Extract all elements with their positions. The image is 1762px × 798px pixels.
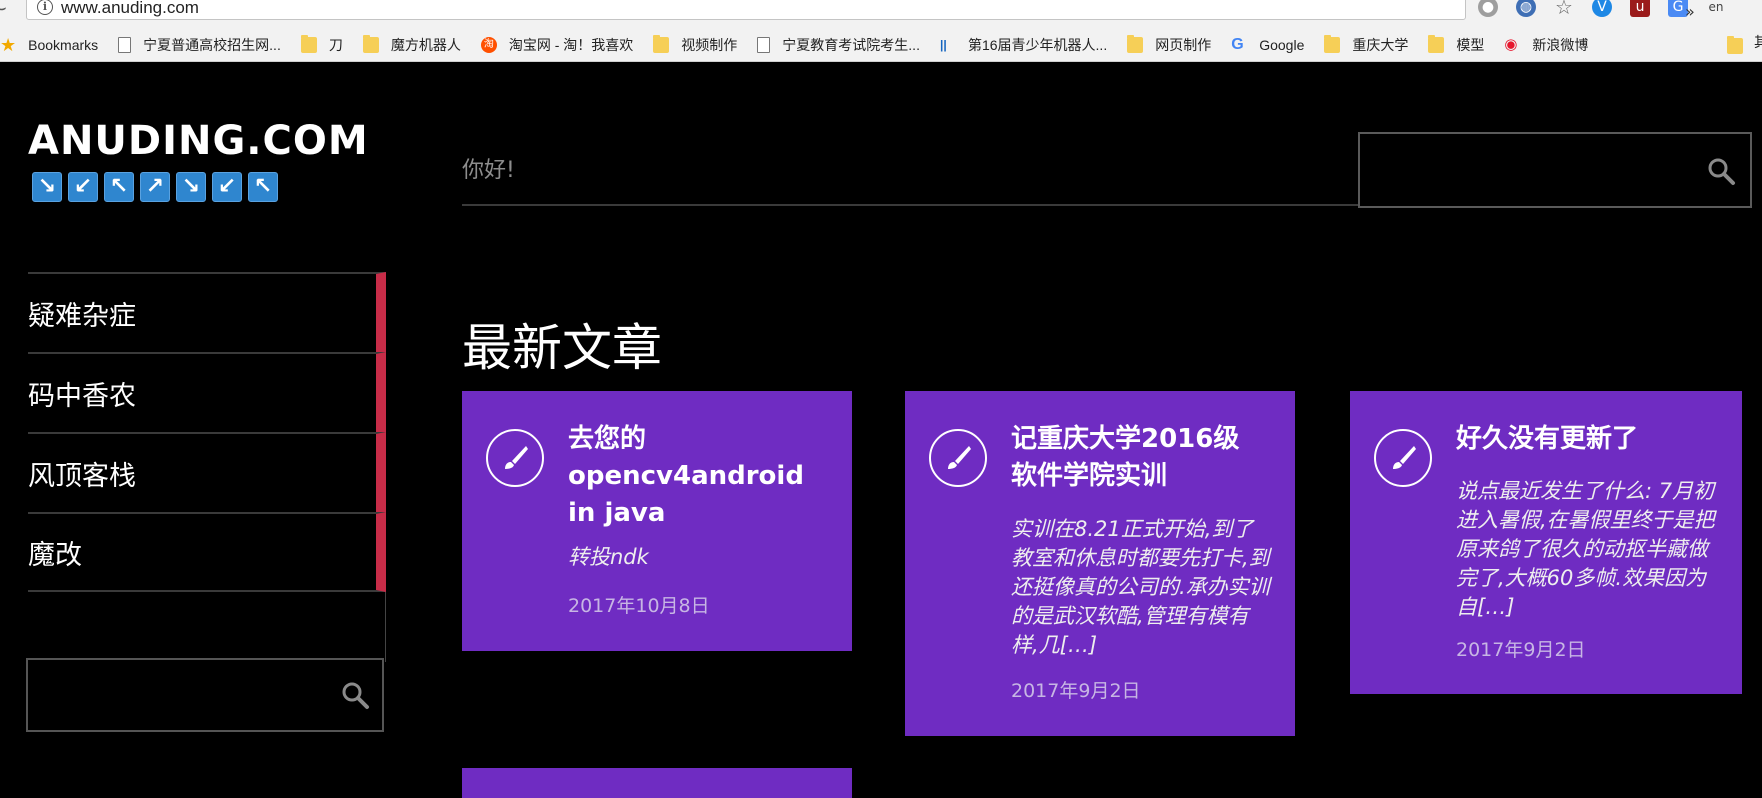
ublock-icon[interactable]: u [1630,0,1650,17]
bookmark-label: 网页制作 [1155,37,1212,53]
section-title: 最新文章 [462,319,662,377]
bookmark-label: 淘宝网 - 淘！我喜欢 [508,37,634,53]
page-icon [118,37,132,53]
post-title[interactable]: 去您的opencv4android in java [568,421,808,532]
post-card[interactable]: 记重庆大学2016级软件学院实训 实训在8.21正式开始,到了教室和休息时都要先… [905,391,1295,736]
bookmark-label: 视频制作 [681,37,738,53]
post-date: 2017年9月2日 [1011,680,1141,702]
sidebar-item[interactable]: 魔改 [28,512,386,592]
site-logo[interactable]: ANUDING.COM [28,118,369,164]
bookmark-item[interactable]: 模型 [1428,33,1484,57]
post-excerpt: 转投ndk [568,545,649,569]
star-icon: ★ [0,35,17,55]
page-icon [757,37,771,53]
google-icon: G [1231,36,1244,53]
paintbrush-icon [1374,429,1432,487]
address-url[interactable]: www.anuding.com [61,0,199,18]
bookmarks-overflow-button[interactable]: » [1685,0,1695,24]
post-title[interactable]: 好久没有更新了 [1456,421,1726,458]
address-bar[interactable]: i www.anuding.com [26,0,1466,20]
bookmark-label: 重庆大学 [1352,37,1409,53]
bookmarks-bar: ★ Bookmarks 宁夏普通高校招生网... 刀 魔方机器人 淘淘宝网 - 淘！我喜欢… [0,30,1762,60]
folder-icon [1127,35,1144,53]
bookmark-item[interactable]: 网页制作 [1127,33,1211,57]
bookmark-label: 刀 [328,37,343,53]
sidebar-item[interactable]: 码中香农 [28,352,386,432]
sidebar-nav: 疑难杂症码中香农风顶客栈魔改 [28,272,386,592]
arrow-icon[interactable]: ↙ [212,172,242,202]
bookmark-label: 新浪微博 [1532,37,1589,53]
taobao-icon: 淘 [480,37,497,53]
folder-icon[interactable] [1727,36,1743,54]
post-date: 2017年9月2日 [1456,639,1586,661]
nineteen-icon: || [939,38,947,52]
sidebar-item-label: 魔改 [28,539,82,571]
reload-icon[interactable]: C [0,0,14,15]
bookmark-tail-label[interactable]: 其 [1754,32,1762,52]
header-search-input[interactable] [1358,132,1752,208]
folder-icon [300,35,317,53]
header-greeting: 你好! [462,158,515,183]
paintbrush-icon [486,429,544,487]
search-icon[interactable] [340,680,370,710]
arrow-icon[interactable]: ↘ [176,172,206,202]
folder-icon [1324,35,1341,53]
sidebar-item-label: 疑难杂症 [28,300,136,332]
social-arrow-icons: ↘ ↙ ↖ ↗ ↘ ↙ ↖ [32,172,278,202]
bookmark-star-icon[interactable]: ☆ [1554,0,1574,19]
post-card[interactable]: 去您的opencv4android in java 转投ndk 2017年10月… [462,391,852,651]
bookmark-label: 模型 [1456,37,1485,53]
bookmark-item[interactable]: 淘淘宝网 - 淘！我喜欢 [480,33,634,57]
bookmark-item[interactable]: 宁夏普通高校招生网... [118,33,281,57]
arrow-icon[interactable]: ↖ [104,172,134,202]
arrow-icon[interactable]: ↖ [248,172,278,202]
arrow-icon[interactable]: ↗ [140,172,170,202]
post-title[interactable]: 记重庆大学2016级软件学院实训 [1011,421,1251,495]
sidebar-item[interactable]: 疑难杂症 [28,272,386,352]
bookmark-item[interactable]: 宁夏教育考试院考生... [757,33,920,57]
folder-icon [653,35,670,53]
sidebar-search-input[interactable] [26,658,384,732]
arrow-icon[interactable]: ↘ [32,172,62,202]
page-content: ANUDING.COM ↘ ↙ ↖ ↗ ↘ ↙ ↖ 疑难杂症 码中香农 风顶客栈 魔改 你好! 最… [0,62,1762,798]
sidebar-item-label: 风顶客栈 [28,460,136,492]
browser-chrome: C i www.anuding.com ● ◍ ☆ V u G en ★ Book… [0,0,1762,62]
bookmark-label: Google [1259,37,1305,53]
bookmark-item[interactable]: ◉ 新浪微博 [1504,33,1588,57]
site-info-icon[interactable]: i [37,0,53,15]
weibo-icon: ◉ [1504,36,1518,53]
post-card[interactable]: 好久没有更新了 说点最近发生了什么: 7月初进入暑假,在暑假里终于是把原来鸽了很… [1350,391,1742,694]
bookmark-item[interactable]: 刀 [300,33,343,57]
post-card[interactable] [462,768,852,798]
extension-v-icon[interactable]: V [1592,0,1612,17]
paintbrush-icon [929,429,987,487]
folder-icon [1428,35,1445,53]
folder-icon [362,35,379,53]
sidebar-item-label: 码中香农 [28,380,136,412]
bookmark-item[interactable]: 重庆大学 [1324,33,1408,57]
bookmark-label: 魔方机器人 [390,37,461,53]
sidebar-item[interactable]: 风顶客栈 [28,432,386,512]
bookmark-label: Bookmarks [28,37,99,53]
bookmark-item[interactable]: || 第16届青少年机器人... [940,33,1107,57]
bookmark-label: 第16届青少年机器人... [967,37,1108,53]
bookmark-item[interactable]: 魔方机器人 [362,33,461,57]
extension-en-icon[interactable]: en [1706,0,1726,17]
post-excerpt: 说点最近发生了什么: 7月初进入暑假,在暑假里终于是把原来鸽了很久的动抠半藏做完… [1456,479,1715,619]
bookmark-item[interactable]: ★ Bookmarks [0,33,98,57]
bookmark-label: 宁夏普通高校招生网... [143,37,281,53]
post-excerpt: 实训在8.21正式开始,到了教室和休息时都要先打卡,到还挺像真的公司的.承办实训… [1011,517,1270,657]
bookmark-item[interactable]: G Google [1231,33,1304,57]
bookmark-label: 宁夏教育考试院考生... [782,37,920,53]
sidebar-spacer [28,592,386,662]
extension-gray-icon[interactable]: ● [1478,0,1498,17]
search-icon[interactable] [1706,156,1736,186]
extension-globe-icon[interactable]: ◍ [1516,0,1536,17]
bookmark-item[interactable]: 视频制作 [653,33,737,57]
arrow-icon[interactable]: ↙ [68,172,98,202]
header-divider [462,204,1360,206]
post-date: 2017年10月8日 [568,595,710,617]
